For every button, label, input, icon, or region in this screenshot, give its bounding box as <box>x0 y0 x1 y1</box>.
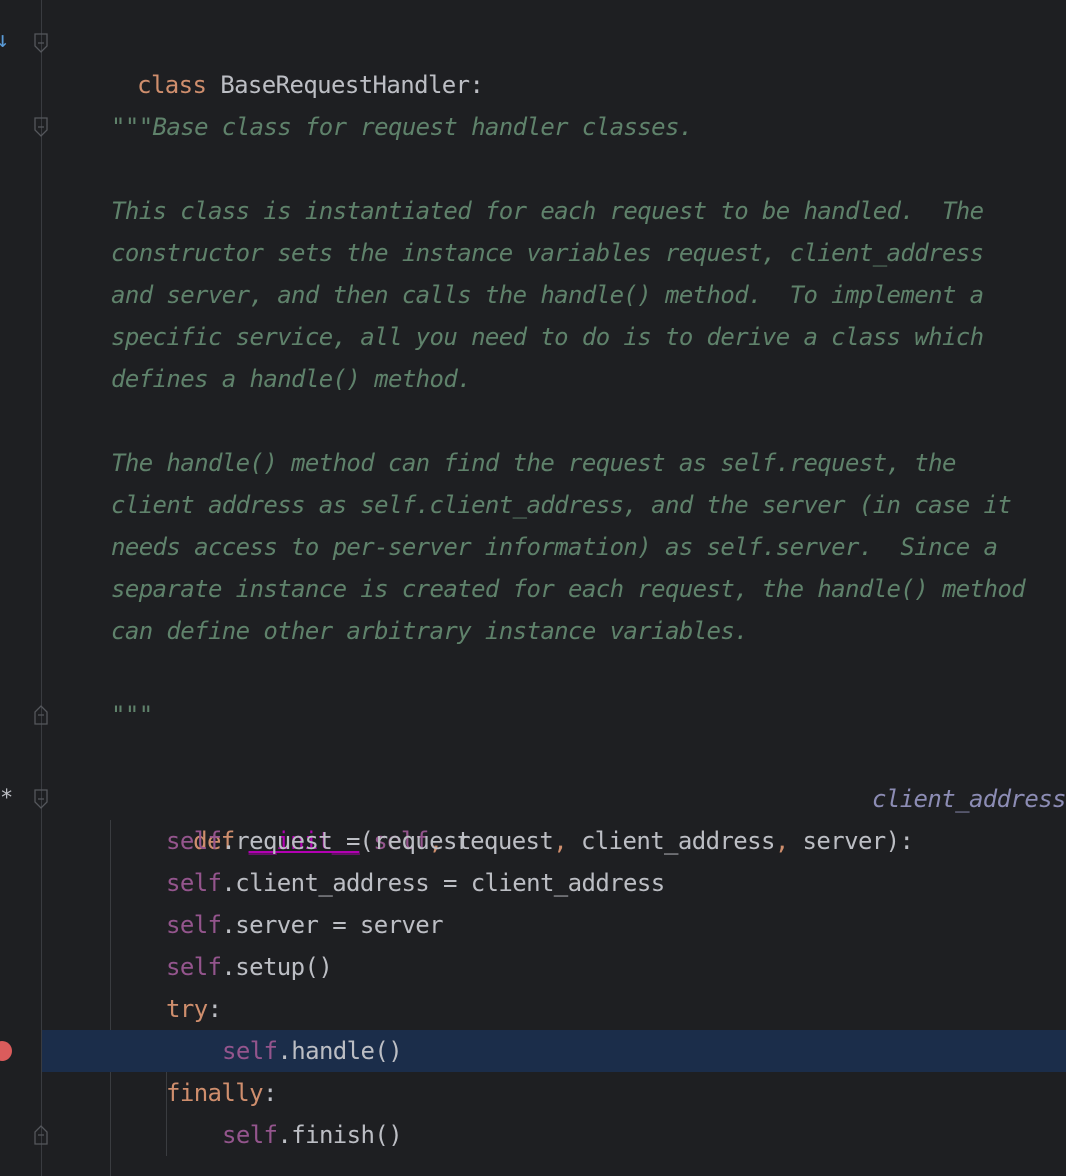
docstring-line[interactable]: can define other arbitrary instance vari… <box>0 610 1066 652</box>
statement-text: .client_address = client_address <box>221 869 665 897</box>
self-keyword: self <box>166 911 222 939</box>
docstring-line[interactable]: separate instance is created for each re… <box>0 568 1066 610</box>
docstring-line[interactable]: needs access to per-server information) … <box>0 526 1066 568</box>
keyword-finally: finally <box>166 1079 264 1107</box>
code-line-breakpoint[interactable]: self.handle() <box>0 1030 1066 1072</box>
inlay-hint: client_address <box>872 785 1066 813</box>
statement-text: .finish() <box>277 1121 403 1149</box>
code-line[interactable]: self.finish() <box>0 1114 1066 1156</box>
docstring-text: and server, and then calls the handle() … <box>111 281 984 309</box>
statement-text: .setup() <box>221 953 333 981</box>
docstring-text: This class is instantiated for each requ… <box>111 197 984 225</box>
statement-text: .server = server <box>221 911 443 939</box>
self-keyword: self <box>222 1121 278 1149</box>
statement-text: .handle() <box>277 1037 403 1065</box>
docstring-text: """ <box>111 701 153 729</box>
docstring-line[interactable]: This class is instantiated for each requ… <box>0 190 1066 232</box>
colon: : <box>262 1079 277 1107</box>
colon: : <box>207 995 222 1023</box>
code-line[interactable]: self.server = server <box>0 904 1066 946</box>
docstring-text: separate instance is created for each re… <box>111 575 1026 603</box>
docstring-text: constructor sets the instance variables … <box>111 239 984 267</box>
code-line[interactable]: self.client_address = client_address <box>0 862 1066 904</box>
docstring-line[interactable]: The handle() method can find the request… <box>0 442 1066 484</box>
code-editor[interactable]: ↓ * class BaseRequestHandler: """Base cl… <box>0 0 1066 1176</box>
self-keyword: self <box>166 953 222 981</box>
code-line[interactable]: finally: <box>0 1072 1066 1114</box>
docstring-line[interactable]: constructor sets the instance variables … <box>0 232 1066 274</box>
docstring-line[interactable]: """Base class for request handler classe… <box>0 106 1066 148</box>
docstring-text: needs access to per-server information) … <box>111 533 998 561</box>
docstring-line[interactable]: defines a handle() method. <box>0 358 1066 400</box>
docstring-text: The handle() method can find the request… <box>111 449 956 477</box>
keyword-class: class <box>137 71 207 99</box>
keyword-try: try <box>166 995 208 1023</box>
self-keyword: self <box>222 1037 278 1065</box>
self-keyword: self <box>166 827 222 855</box>
class-name: BaseRequestHandler <box>220 71 470 99</box>
docstring-text: specific service, all you need to do is … <box>111 323 984 351</box>
code-line[interactable]: def __init__(self, request, client_addre… <box>0 778 1066 855</box>
statement-text: .request = request <box>221 827 471 855</box>
docstring-text: """Base class for request handler classe… <box>111 113 693 141</box>
colon: : <box>469 71 484 99</box>
docstring-line[interactable]: client address as self.client_address, a… <box>0 484 1066 526</box>
docstring-line[interactable]: and server, and then calls the handle() … <box>0 274 1066 316</box>
code-line[interactable]: class BaseRequestHandler: <box>0 22 1066 99</box>
docstring-text: client address as self.client_address, a… <box>111 491 1012 519</box>
code-line[interactable]: self.setup() <box>0 946 1066 988</box>
docstring-text: defines a handle() method. <box>111 365 472 393</box>
code-line[interactable]: try: <box>0 988 1066 1030</box>
docstring-text: can define other arbitrary instance vari… <box>111 617 749 645</box>
code-line[interactable]: self.request = request <box>0 820 1066 862</box>
docstring-line[interactable]: specific service, all you need to do is … <box>0 316 1066 358</box>
self-keyword: self <box>166 869 222 897</box>
docstring-line[interactable]: """ <box>0 694 1066 736</box>
